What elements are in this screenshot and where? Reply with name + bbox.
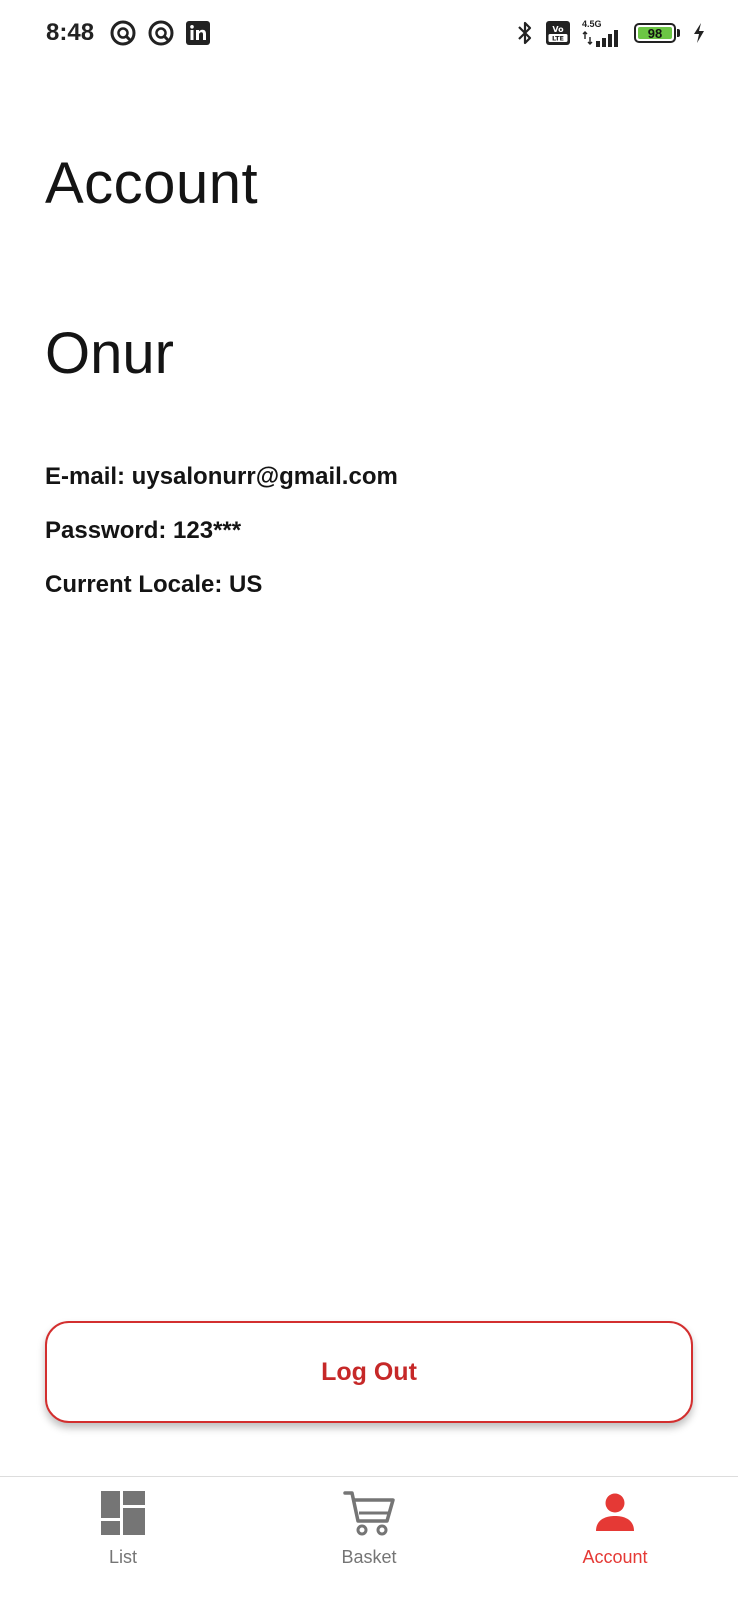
locale-text: Current Locale: US [45, 571, 263, 598]
logout-button[interactable]: Log Out [45, 1321, 693, 1423]
person-icon [593, 1489, 637, 1537]
nav-item-basket[interactable]: Basket [246, 1477, 492, 1600]
account-info-list: E-mail: uysalonurr@gmail.com Password: 1… [45, 462, 398, 624]
cart-icon [343, 1489, 395, 1537]
account-screen: 8:48 Vo LTE 4.5G 98 Account Onur E-mail:… [0, 0, 738, 1600]
nav-item-list[interactable]: List [0, 1477, 246, 1600]
nav-label-account: Account [582, 1547, 648, 1567]
battery-level: 98 [638, 26, 672, 41]
bottom-nav: List Basket Account [0, 1476, 738, 1600]
app-notification-icon-2 [148, 20, 174, 46]
svg-text:Vo: Vo [552, 25, 564, 34]
battery-body: 98 [634, 23, 676, 43]
email-text: E-mail: uysalonurr@gmail.com [45, 463, 398, 490]
dashboard-icon [101, 1489, 145, 1537]
status-bar: 8:48 Vo LTE 4.5G 98 [0, 0, 738, 66]
app-notification-icon [110, 20, 136, 46]
network-type-label: 4.5G [582, 18, 602, 29]
nav-label-basket: Basket [341, 1547, 397, 1567]
battery-tip [677, 29, 680, 37]
page-title: Account [45, 151, 259, 216]
linkedin-icon [186, 21, 211, 45]
status-left: 8:48 [46, 19, 211, 47]
nav-item-account[interactable]: Account [492, 1477, 738, 1600]
nav-label-list: List [108, 1547, 137, 1567]
battery-indicator: 98 [634, 23, 680, 43]
status-right: Vo LTE 4.5G 98 [516, 18, 706, 47]
charging-icon [692, 22, 706, 44]
signal-icon: 4.5G [582, 18, 622, 47]
status-time: 8:48 [46, 19, 95, 46]
svg-text:LTE: LTE [552, 35, 564, 43]
volte-icon: Vo LTE [546, 21, 570, 45]
logout-button-label: Log Out [321, 1357, 417, 1386]
user-name: Onur [45, 321, 174, 386]
password-text: Password: 123*** [45, 517, 242, 544]
bluetooth-icon [516, 20, 534, 46]
